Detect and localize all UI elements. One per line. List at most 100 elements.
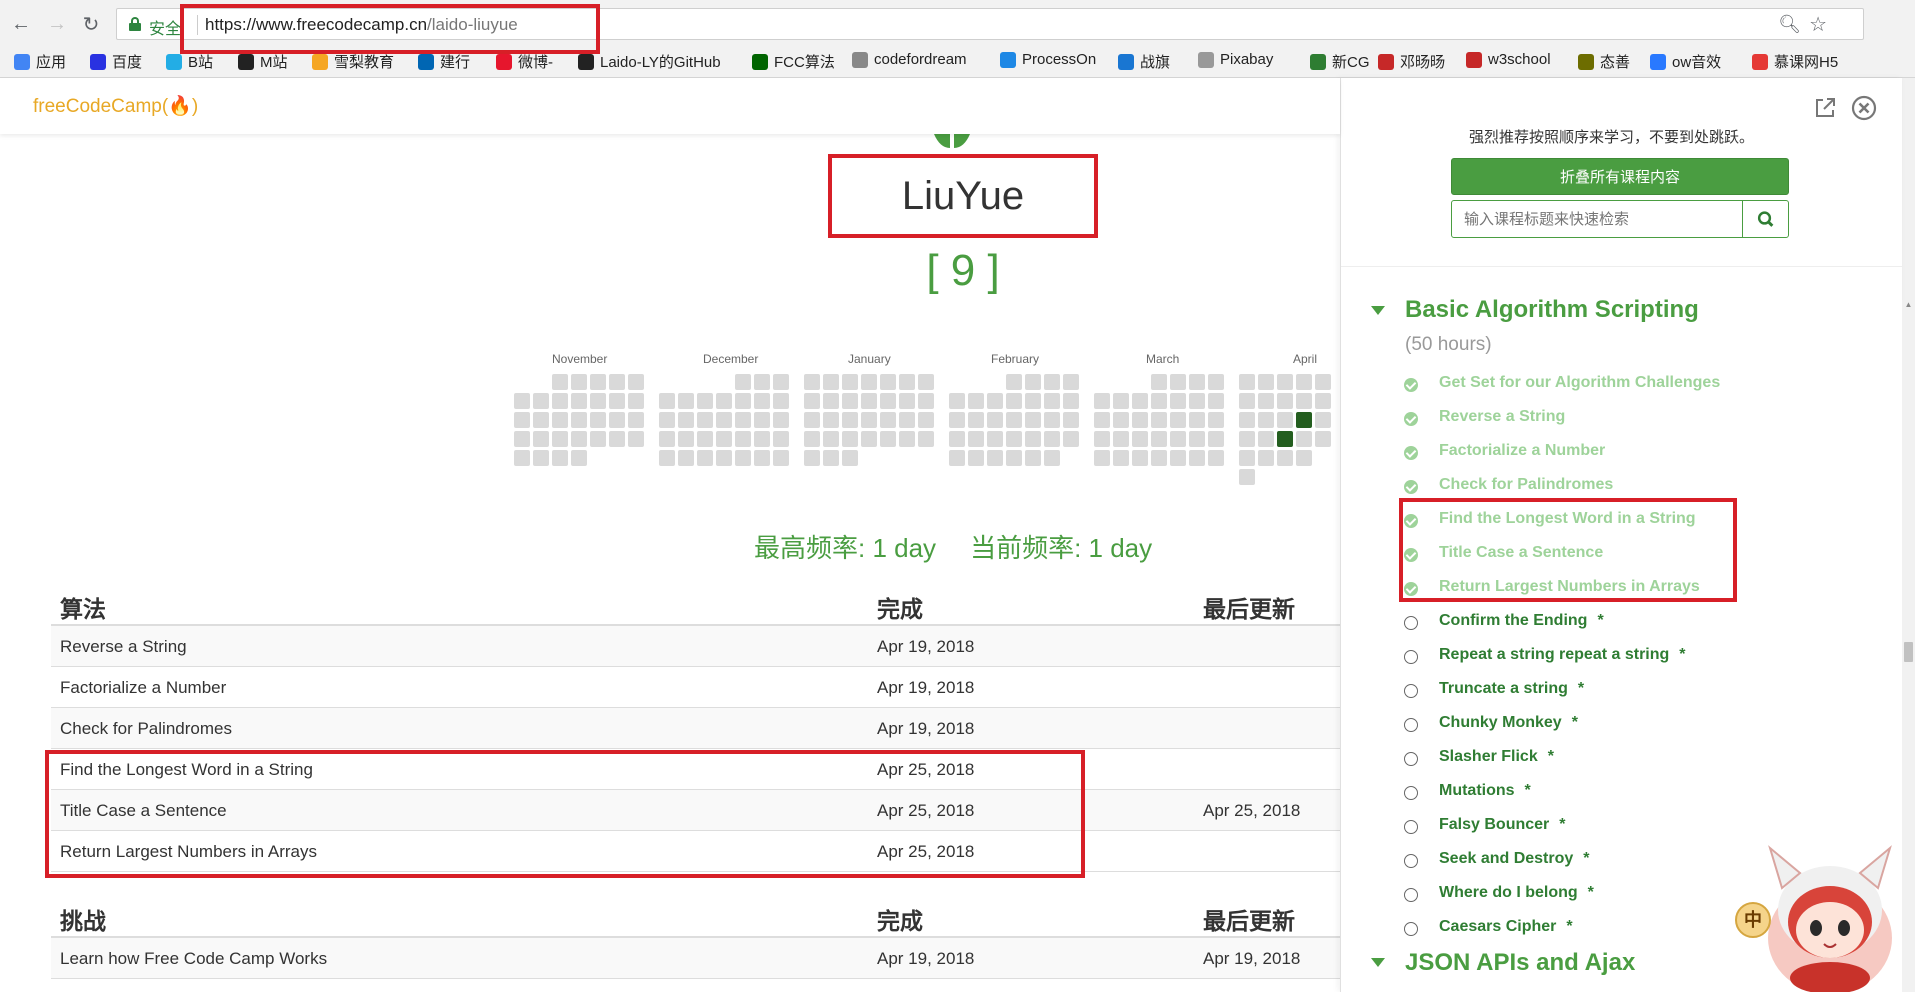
heatmap-cell[interactable] bbox=[949, 412, 965, 428]
challenge-name-cell[interactable]: Factorialize a Number bbox=[60, 678, 226, 698]
heatmap-cell[interactable] bbox=[1189, 412, 1205, 428]
heatmap-cell[interactable] bbox=[1258, 450, 1274, 466]
heatmap-cell[interactable] bbox=[1296, 450, 1312, 466]
challenge-link[interactable]: Where do I belong * bbox=[1404, 884, 1594, 902]
heatmap-cell[interactable] bbox=[918, 374, 934, 390]
heatmap-cell[interactable] bbox=[1044, 431, 1060, 447]
heatmap-cell[interactable] bbox=[1006, 393, 1022, 409]
heatmap-cell[interactable] bbox=[1113, 431, 1129, 447]
heatmap-cell[interactable] bbox=[571, 412, 587, 428]
challenge-link[interactable]: Confirm the Ending * bbox=[1404, 612, 1604, 630]
challenge-name-cell[interactable]: Reverse a String bbox=[60, 637, 187, 657]
heatmap-cell[interactable] bbox=[1315, 374, 1331, 390]
challenge-name-cell[interactable]: Learn how Free Code Camp Works bbox=[60, 949, 327, 969]
heatmap-cell[interactable] bbox=[533, 450, 549, 466]
heatmap-cell[interactable] bbox=[1094, 431, 1110, 447]
heatmap-cell[interactable] bbox=[754, 431, 770, 447]
heatmap-cell[interactable] bbox=[590, 412, 606, 428]
heatmap-cell[interactable] bbox=[1132, 450, 1148, 466]
heatmap-cell[interactable] bbox=[1239, 450, 1255, 466]
heatmap-cell[interactable] bbox=[609, 393, 625, 409]
bookmark-item[interactable]: M站 bbox=[238, 51, 288, 72]
heatmap-cell[interactable] bbox=[735, 374, 751, 390]
heatmap-cell[interactable] bbox=[609, 431, 625, 447]
panel-scrollbar[interactable]: ▲ bbox=[1902, 300, 1915, 992]
heatmap-cell[interactable] bbox=[1151, 412, 1167, 428]
heatmap-cell[interactable] bbox=[590, 431, 606, 447]
heatmap-cell[interactable] bbox=[754, 412, 770, 428]
heatmap-cell[interactable] bbox=[804, 431, 820, 447]
close-icon[interactable] bbox=[1851, 95, 1877, 121]
heatmap-cell[interactable] bbox=[949, 393, 965, 409]
heatmap-cell[interactable] bbox=[1208, 412, 1224, 428]
heatmap-cell[interactable] bbox=[823, 374, 839, 390]
heatmap-cell[interactable] bbox=[1239, 469, 1255, 485]
heatmap-cell[interactable] bbox=[880, 412, 896, 428]
heatmap-cell[interactable] bbox=[1315, 393, 1331, 409]
heatmap-cell[interactable] bbox=[773, 374, 789, 390]
bookmark-star-icon[interactable]: ☆ bbox=[1809, 12, 1827, 37]
heatmap-cell[interactable] bbox=[659, 393, 675, 409]
heatmap-cell[interactable] bbox=[716, 431, 732, 447]
heatmap-cell[interactable] bbox=[533, 412, 549, 428]
heatmap-cell[interactable] bbox=[735, 393, 751, 409]
heatmap-cell[interactable] bbox=[823, 431, 839, 447]
heatmap-cell[interactable] bbox=[571, 431, 587, 447]
heatmap-cell[interactable] bbox=[716, 412, 732, 428]
challenge-link[interactable]: Check for Palindromes bbox=[1404, 476, 1613, 494]
heatmap-cell[interactable] bbox=[987, 393, 1003, 409]
heatmap-cell[interactable] bbox=[571, 374, 587, 390]
next-section-title[interactable]: JSON APIs and Ajax bbox=[1405, 949, 1635, 977]
heatmap-cell[interactable] bbox=[628, 431, 644, 447]
heatmap-cell[interactable] bbox=[968, 412, 984, 428]
heatmap-cell[interactable] bbox=[773, 450, 789, 466]
heatmap-cell[interactable] bbox=[949, 450, 965, 466]
heatmap-cell[interactable] bbox=[678, 431, 694, 447]
heatmap-cell[interactable] bbox=[1025, 431, 1041, 447]
heatmap-cell[interactable] bbox=[1132, 412, 1148, 428]
heatmap-cell[interactable] bbox=[1189, 450, 1205, 466]
heatmap-cell[interactable] bbox=[1025, 412, 1041, 428]
heatmap-cell[interactable] bbox=[1006, 450, 1022, 466]
heatmap-cell[interactable] bbox=[754, 374, 770, 390]
bookmark-item[interactable]: codefordream bbox=[852, 51, 967, 68]
bookmark-item[interactable]: w3school bbox=[1466, 51, 1551, 68]
heatmap-cell[interactable] bbox=[918, 393, 934, 409]
challenge-link[interactable]: Chunky Monkey * bbox=[1404, 714, 1578, 732]
heatmap-cell[interactable] bbox=[804, 412, 820, 428]
heatmap-cell[interactable] bbox=[1296, 393, 1312, 409]
heatmap-cell[interactable] bbox=[1170, 393, 1186, 409]
heatmap-cell[interactable] bbox=[1044, 374, 1060, 390]
scroll-thumb[interactable] bbox=[1904, 642, 1913, 662]
bookmark-item[interactable]: 微博- bbox=[496, 51, 553, 72]
heatmap-cell[interactable] bbox=[1208, 393, 1224, 409]
heatmap-cell[interactable] bbox=[823, 450, 839, 466]
heatmap-cell[interactable] bbox=[697, 412, 713, 428]
heatmap-cell[interactable] bbox=[773, 393, 789, 409]
section-collapse-icon[interactable] bbox=[1371, 958, 1385, 967]
heatmap-cell[interactable] bbox=[1239, 393, 1255, 409]
bookmark-item[interactable]: B站 bbox=[166, 51, 213, 72]
heatmap-cell[interactable] bbox=[1315, 431, 1331, 447]
heatmap-cell[interactable] bbox=[987, 450, 1003, 466]
bookmark-item[interactable]: 态善 bbox=[1578, 51, 1630, 72]
heatmap-cell[interactable] bbox=[918, 412, 934, 428]
heatmap-cell[interactable] bbox=[716, 450, 732, 466]
heatmap-cell[interactable] bbox=[533, 393, 549, 409]
heatmap-cell[interactable] bbox=[1170, 450, 1186, 466]
heatmap-cell[interactable] bbox=[1044, 393, 1060, 409]
heatmap-cell[interactable] bbox=[861, 431, 877, 447]
heatmap-cell[interactable] bbox=[968, 393, 984, 409]
heatmap-cell[interactable] bbox=[823, 412, 839, 428]
heatmap-cell[interactable] bbox=[880, 393, 896, 409]
heatmap-cell[interactable] bbox=[1296, 431, 1312, 447]
heatmap-cell[interactable] bbox=[1006, 374, 1022, 390]
challenge-link[interactable]: Caesars Cipher * bbox=[1404, 918, 1573, 936]
heatmap-cell[interactable] bbox=[842, 374, 858, 390]
heatmap-cell[interactable] bbox=[899, 393, 915, 409]
heatmap-cell[interactable] bbox=[1239, 374, 1255, 390]
section-collapse-icon[interactable] bbox=[1371, 306, 1385, 315]
heatmap-cell[interactable] bbox=[571, 393, 587, 409]
heatmap-cell[interactable] bbox=[590, 393, 606, 409]
heatmap-cell[interactable] bbox=[987, 412, 1003, 428]
